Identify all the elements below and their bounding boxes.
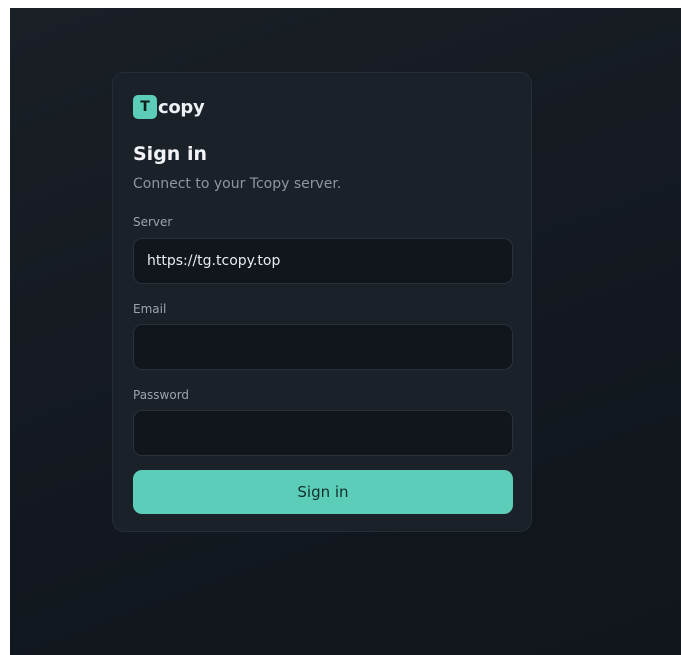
server-input[interactable] <box>133 238 513 284</box>
logo-mark-icon: T <box>133 95 157 119</box>
brand-logo: T copy <box>133 95 205 119</box>
app-window: T copy Sign in Connect to your Tcopy ser… <box>10 8 681 655</box>
server-label: Server <box>133 215 173 229</box>
password-label: Password <box>133 388 190 402</box>
email-input[interactable] <box>133 324 513 370</box>
password-input[interactable] <box>133 410 513 456</box>
page-subtitle: Connect to your Tcopy server. <box>133 176 342 192</box>
page-title: Sign in <box>133 143 207 165</box>
logo-text: copy <box>158 96 205 118</box>
sign-in-button[interactable]: Sign in <box>133 470 513 514</box>
sign-in-card: T copy Sign in Connect to your Tcopy ser… <box>112 72 532 532</box>
email-label: Email <box>133 302 167 316</box>
